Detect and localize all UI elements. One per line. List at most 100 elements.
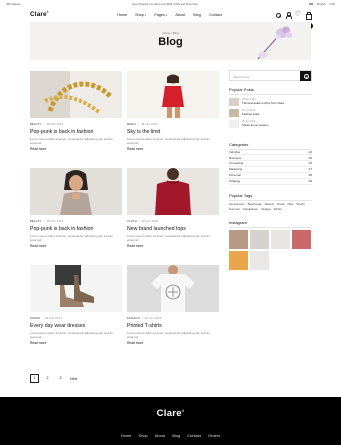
footer-link-home[interactable]: Home [121, 433, 132, 438]
nav-shop[interactable]: Shop▾ [135, 13, 146, 17]
post-card[interactable]: MEDIA | 28 Jan 2023 Sky is the limit Lorem… [127, 71, 219, 151]
post-excerpt: Lorem ipsum dolor sit amet, consectetur … [127, 234, 210, 243]
footer-link-shop[interactable]: Shop [138, 433, 147, 438]
read-more-link[interactable]: Read more [127, 147, 219, 151]
footer-link-about[interactable]: About [155, 433, 165, 438]
popular-post-thumb[interactable] [229, 108, 239, 117]
instagram-photo[interactable] [292, 230, 311, 250]
nav-contact[interactable]: Contact [209, 13, 222, 17]
tag-link[interactable]: Vintage [261, 207, 271, 211]
post-card[interactable]: SHOES | 28 Feb 2023 Every day wear dresses… [30, 265, 122, 345]
post-date: 28 Jan 2023 [144, 317, 162, 320]
popular-post[interactable]: 28 Dec 2023 The best deals to shop from C… [229, 97, 312, 106]
nav-home[interactable]: Home [117, 13, 127, 17]
popular-post-thumb[interactable] [229, 119, 239, 128]
instagram-photo[interactable] [250, 251, 269, 271]
tag-link[interactable]: Beauty [265, 202, 274, 206]
instagram-photo[interactable] [229, 251, 248, 271]
post-excerpt: Lorem ipsum dolor sit amet, consectetur … [30, 331, 113, 340]
read-more-link[interactable]: Read more [30, 147, 122, 151]
search-input[interactable]: Search here... [233, 75, 252, 79]
post-excerpt: Lorem ipsum dolor sit amet, consectetur … [127, 137, 210, 146]
post-card[interactable]: CLOTH | 28 Jan 2023 New brand launched top… [127, 168, 219, 248]
post-image-jewelry[interactable] [30, 71, 122, 118]
page-button-1[interactable]: 1 [30, 374, 39, 383]
top-bar: (08) Address Free Shipping on orders ove… [0, 0, 341, 8]
read-more-link[interactable]: Read more [127, 341, 219, 345]
instagram-photo[interactable] [229, 230, 248, 250]
tag-link[interactable]: Beachwear [248, 202, 262, 206]
popular-post-title[interactable]: Shoes as per season [242, 123, 268, 127]
nav-about[interactable]: About [175, 13, 185, 17]
post-category[interactable]: FASHION [127, 317, 140, 320]
post-date: 28 Feb 2023 [46, 220, 64, 223]
post-title[interactable]: Every day wear dresses [30, 323, 122, 329]
user-icon[interactable] [285, 12, 293, 19]
post-category[interactable]: CLOTH [127, 220, 137, 223]
tag-link[interactable]: Accessories [229, 202, 245, 206]
read-more-link[interactable]: Read more [30, 244, 122, 248]
popular-post-thumb[interactable] [229, 97, 239, 106]
page-button-2[interactable]: 2 [43, 374, 52, 383]
instagram-photo[interactable] [271, 230, 290, 250]
post-title[interactable]: Pop-punk is back in fashion [30, 129, 122, 135]
popular-post[interactable]: 28 Jan 2023 Shoes as per season [229, 119, 312, 128]
post-category[interactable]: BEAUTY [30, 220, 42, 223]
post-category[interactable]: BEAUTY [30, 123, 42, 126]
post-date: 28 Jan 2023 [141, 123, 158, 126]
popular-post[interactable]: 28 Jun 2023 Fashion looks [229, 108, 312, 117]
footer-nav: Home Shop About Blog Contact Orders [0, 433, 341, 438]
footer-link-blog[interactable]: Blog [172, 433, 180, 438]
read-more-link[interactable]: Read more [30, 341, 122, 345]
post-title[interactable]: Pop-punk is back in fashion [30, 226, 122, 232]
post-image-red-dress[interactable] [127, 71, 219, 118]
post-card[interactable]: FASHION | 28 Jan 2023 Printed T-shirts Lor… [127, 265, 219, 345]
read-more-link[interactable]: Read more [127, 244, 219, 248]
currency-select[interactable]: USD [330, 3, 335, 6]
post-image-red-sweater[interactable] [127, 168, 219, 215]
post-date: 28 Feb 2023 [46, 123, 64, 126]
page-button-3[interactable]: 3 [56, 374, 65, 383]
tag-link[interactable]: Nike [288, 202, 294, 206]
post-image-printed-tshirt[interactable] [127, 265, 219, 312]
instagram-photo[interactable] [250, 230, 269, 250]
footer-logo[interactable]: Clare® [0, 408, 341, 419]
post-category[interactable]: MEDIA [127, 123, 136, 126]
divider [229, 226, 312, 228]
popular-post-title[interactable]: Fashion looks [242, 112, 259, 116]
tag-link[interactable]: Winter [274, 207, 282, 211]
post-card[interactable]: BEAUTY | 28 Feb 2023 Pop-punk is back in f… [30, 71, 122, 151]
logo[interactable]: Clare® [30, 11, 49, 18]
flag-icon [309, 2, 313, 6]
search-box[interactable]: Search here... [229, 70, 312, 81]
post-title[interactable]: Sky is the limit [127, 129, 219, 135]
next-page-button[interactable]: Next [70, 377, 77, 381]
category-item[interactable]: Strategy 09 [229, 179, 312, 185]
heart-icon[interactable]: 0 [295, 10, 303, 29]
post-category[interactable]: SHOES [30, 317, 40, 320]
hero-flower-image [257, 26, 293, 59]
post-title[interactable]: New brand launched tops [127, 226, 219, 232]
tag-link[interactable]: Summer [229, 207, 240, 211]
instagram-grid [229, 230, 312, 271]
popular-post-title[interactable]: The best deals to shop from Clare [242, 101, 284, 105]
post-card[interactable]: BEAUTY | 28 Feb 2023 Pop-punk is back in f… [30, 168, 122, 248]
search-button[interactable] [300, 71, 311, 81]
search-icon[interactable] [275, 12, 281, 18]
footer-link-orders[interactable]: Orders [208, 433, 220, 438]
language-select[interactable]: English [317, 3, 326, 6]
post-image-woman-portrait[interactable] [30, 168, 122, 215]
post-image-boots[interactable] [30, 265, 122, 312]
post-title[interactable]: Printed T-shirts [127, 323, 219, 329]
pagination: 1 2 3 Next [30, 374, 77, 383]
tag-link[interactable]: Dress [277, 202, 285, 206]
nav-pages[interactable]: Pages▾ [154, 13, 167, 17]
tag-link[interactable]: Sunglasses [243, 207, 258, 211]
nav-blog[interactable]: Blog [193, 13, 201, 17]
promo-text: Free Shipping on orders over $100 | Clic… [132, 2, 198, 6]
cart-icon[interactable]: 0 [305, 12, 313, 29]
footer-link-contact[interactable]: Contact [187, 433, 201, 438]
tag-link[interactable]: Shorts [296, 202, 304, 206]
post-excerpt: Lorem ipsum dolor sit amet, consectetur … [127, 331, 210, 340]
tag-cloud: Accessories Beachwear Beauty Dress Nike … [229, 202, 312, 211]
